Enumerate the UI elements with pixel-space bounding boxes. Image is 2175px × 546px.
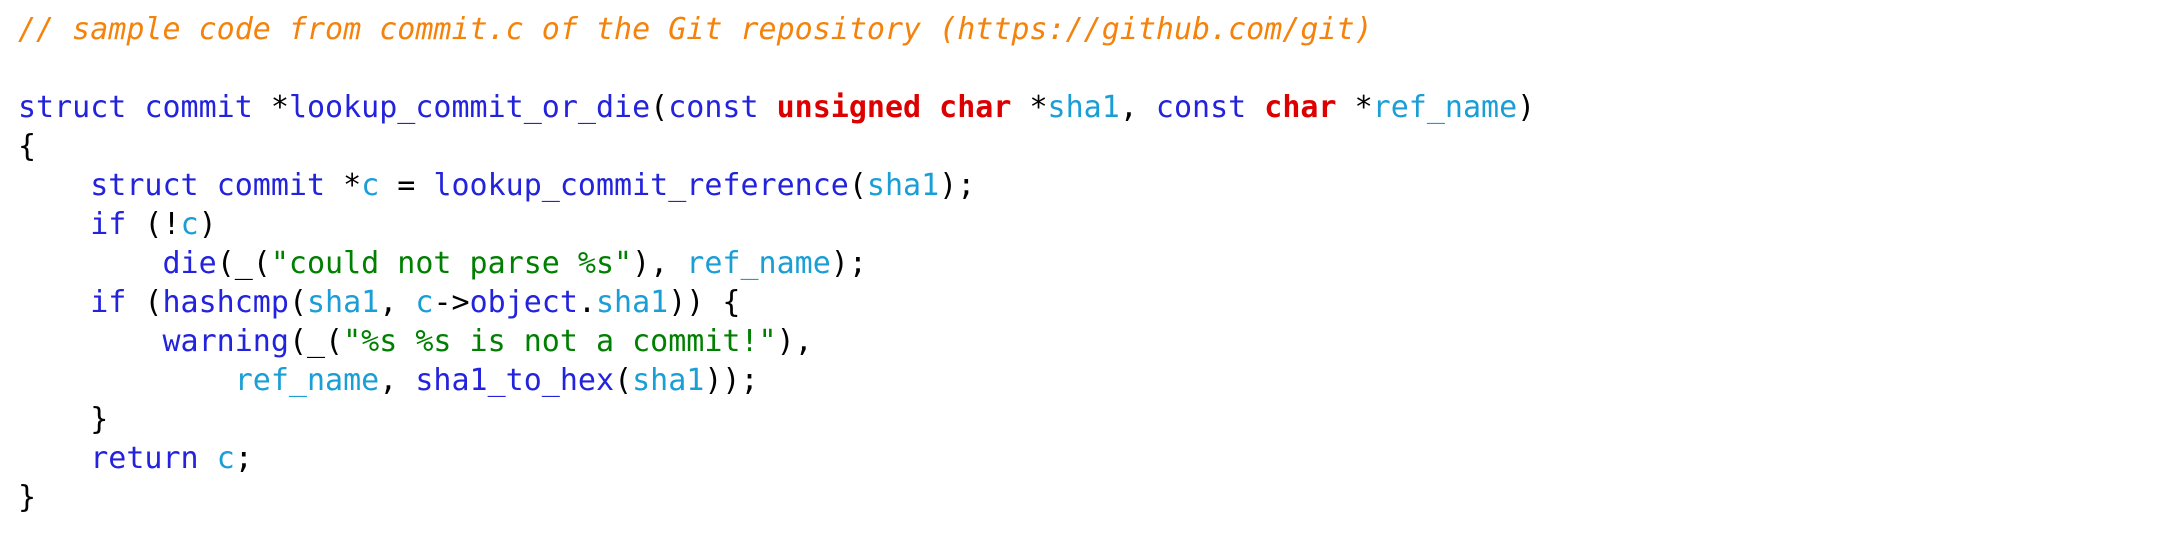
code-token-variable: sha1: [866, 168, 940, 203]
code-token-punctuation: (_(: [216, 246, 271, 281]
code-token-punctuation: *: [325, 168, 362, 203]
code-line: ref_name, sha1_to_hex(sha1));: [18, 361, 2175, 400]
code-token-keyword: struct: [90, 168, 199, 203]
code-token-punctuation: (: [848, 168, 867, 203]
code-token-punctuation: }: [18, 480, 37, 515]
code-token-variable: sha1: [632, 363, 705, 398]
code-token-punctuation: ->: [433, 285, 470, 320]
code-token-punctuation: ,: [379, 285, 416, 320]
code-token-variable: sha1: [596, 285, 669, 320]
code-line: [18, 49, 2175, 88]
code-token-type: char: [1264, 90, 1337, 125]
code-token-function: object: [469, 285, 578, 320]
code-token-keyword: const: [1155, 90, 1247, 125]
code-token-punctuation: ),: [632, 246, 687, 281]
code-token-keyword: if: [90, 207, 127, 242]
code-token-punctuation: *: [1011, 90, 1048, 125]
code-token-variable: ref_name: [1372, 90, 1518, 125]
code-token-function: warning: [162, 324, 289, 359]
code-line: die(_("could not parse %s"), ref_name);: [18, 244, 2175, 283]
code-token-function: sha1_to_hex: [415, 363, 615, 398]
code-token-punctuation: );: [830, 246, 867, 281]
code-token-variable: sha1: [307, 285, 380, 320]
code-token-punctuation: ,: [379, 363, 416, 398]
code-token-variable: c: [361, 168, 380, 203]
code-token-punctuation: );: [939, 168, 976, 203]
code-token-punctuation: ,: [1119, 90, 1156, 125]
code-line: if (!c): [18, 205, 2175, 244]
code-token-punctuation: (_(: [288, 324, 344, 359]
code-token-punctuation: ));: [704, 363, 759, 398]
code-line: warning(_("%s %s is not a commit!"),: [18, 322, 2175, 361]
code-token-type: unsigned char: [776, 90, 1012, 125]
code-line: struct commit *lookup_commit_or_die(cons…: [18, 88, 2175, 127]
code-line: // sample code from commit.c of the Git …: [18, 10, 2175, 49]
code-token-variable: c: [415, 285, 434, 320]
code-token-function: lookup_commit_or_die: [288, 90, 651, 125]
code-token-variable: c: [180, 207, 199, 242]
code-token-punctuation: ),: [776, 324, 813, 359]
code-token-punctuation: =: [379, 168, 434, 203]
code-token-variable: c: [216, 441, 235, 476]
code-token-punctuation: {: [18, 129, 37, 164]
code-token-keyword: struct: [18, 90, 127, 125]
code-token-punctuation: ;: [234, 441, 253, 476]
code-token-punctuation: (: [288, 285, 307, 320]
code-line: }: [18, 478, 2175, 517]
code-token-function: lookup_commit_reference: [433, 168, 849, 203]
code-token-keyword: const: [668, 90, 759, 125]
code-token-punctuation: ): [198, 207, 217, 242]
code-token-keyword: commit: [144, 90, 253, 125]
code-listing: // sample code from commit.c of the Git …: [0, 0, 2175, 546]
code-token-keyword: commit: [216, 168, 326, 203]
code-token-punctuation: *: [252, 90, 289, 125]
code-token-string: "could not parse %s": [270, 246, 633, 281]
code-line: }: [18, 400, 2175, 439]
code-token-punctuation: (!: [126, 207, 181, 242]
code-token-punctuation: }: [90, 402, 109, 437]
code-token-punctuation: .: [577, 285, 596, 320]
code-token-function: hashcmp: [162, 285, 289, 320]
code-line: return c;: [18, 439, 2175, 478]
code-token-punctuation: (: [614, 363, 633, 398]
code-token-punctuation: *: [1336, 90, 1373, 125]
code-token-punctuation: (: [650, 90, 669, 125]
code-token-comment: // sample code from commit.c of the Git …: [18, 12, 1373, 47]
code-token-punctuation: ): [1517, 90, 1536, 125]
code-token-punctuation: (: [126, 285, 163, 320]
code-token-string: "%s %s is not a commit!": [343, 324, 777, 359]
code-token-keyword: return: [90, 441, 199, 476]
code-token-variable: sha1: [1047, 90, 1120, 125]
code-token-punctuation: )) {: [668, 285, 741, 320]
code-line: struct commit *c = lookup_commit_referen…: [18, 166, 2175, 205]
code-line: if (hashcmp(sha1, c->object.sha1)) {: [18, 283, 2175, 322]
code-token-function: die: [162, 246, 217, 281]
code-token-variable: ref_name: [686, 246, 831, 281]
code-token-variable: ref_name: [234, 363, 380, 398]
code-token-keyword: if: [90, 285, 127, 320]
code-line: {: [18, 127, 2175, 166]
